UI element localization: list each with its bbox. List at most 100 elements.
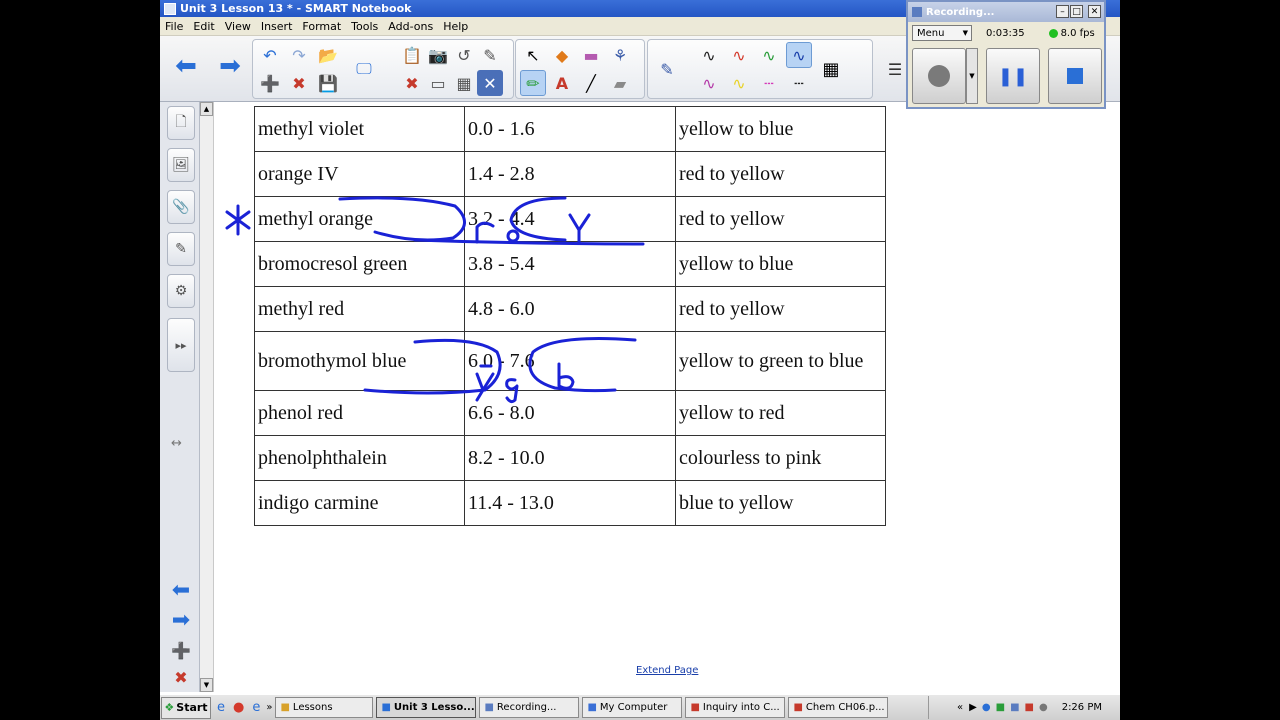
network-icon[interactable]: ■: [996, 702, 1005, 713]
delete-icon[interactable]: ✖: [399, 70, 425, 96]
screen-capture-icon[interactable]: 📷: [425, 42, 451, 68]
highlighter-pink-icon[interactable]: ┄: [756, 70, 782, 96]
gallery-tab-icon[interactable]: 🖼: [167, 148, 195, 182]
record-options-dropdown[interactable]: ▼: [966, 48, 978, 104]
task-my-computer[interactable]: ■ My Computer: [582, 697, 683, 718]
tray-recorder-icon[interactable]: ■: [1010, 702, 1019, 713]
notebook-icon: ■: [381, 702, 391, 713]
open-folder-icon[interactable]: 📂: [315, 42, 341, 68]
side-add-page-icon[interactable]: ➕: [168, 639, 194, 661]
menu-tools[interactable]: Tools: [346, 20, 383, 33]
vertical-scrollbar[interactable]: ▲ ▼: [200, 102, 214, 692]
display-screen-icon[interactable]: 🖵: [351, 56, 377, 82]
pen-style-green-icon[interactable]: ∿: [756, 42, 782, 68]
smart-notebook-window: Unit 3 Lesson 13 * - SMART Notebook File…: [160, 0, 1120, 720]
volume-icon[interactable]: ▶: [969, 702, 977, 713]
window-title: Unit 3 Lesson 13 * - SMART Notebook: [180, 2, 412, 15]
taskbar: ❖ Start e ● e » ■ Lessons ■ Unit 3 Lesso…: [160, 694, 1120, 720]
screen-shade-icon[interactable]: ▭: [425, 70, 451, 96]
recorder-close-icon[interactable]: ✕: [1088, 5, 1101, 18]
add-ons-tab-icon[interactable]: ⚙: [167, 274, 195, 308]
side-delete-page-icon[interactable]: ✖: [168, 666, 194, 688]
insert-table-icon[interactable]: ↺: [451, 42, 477, 68]
tray-security-icon[interactable]: ■: [1025, 702, 1034, 713]
line-width-icon[interactable]: ☰: [882, 56, 908, 82]
tray-expand-icon[interactable]: «: [957, 702, 963, 713]
recorder-minimize-icon[interactable]: –: [1056, 5, 1069, 18]
stop-button[interactable]: [1048, 48, 1102, 104]
close-dialog-icon[interactable]: ✕: [477, 70, 503, 96]
pen-style-red-icon[interactable]: ∿: [726, 42, 752, 68]
task-notebook[interactable]: ■ Unit 3 Lesso...: [376, 697, 477, 718]
table-row: bromocresol green 3.8 - 5.4 yellow to bl…: [254, 241, 886, 287]
add-page-icon[interactable]: ➕: [257, 70, 283, 96]
table-cell: 8.2 - 10.0: [464, 435, 676, 481]
side-next-page-icon[interactable]: ➡: [168, 608, 194, 633]
color-palette-icon[interactable]: ▦: [818, 56, 844, 82]
highlighter-yellow-icon[interactable]: ∿: [726, 70, 752, 96]
select-arrow-icon[interactable]: ↖: [520, 42, 546, 68]
shapes-icon[interactable]: ◆: [549, 42, 575, 68]
pen-style-black-icon[interactable]: ∿: [696, 42, 722, 68]
redo-icon[interactable]: ↷: [286, 42, 312, 68]
delete-page-icon[interactable]: ✖: [286, 70, 312, 96]
pen-style-dashed-icon[interactable]: ┄: [786, 70, 812, 96]
recorder-task-icon: ■: [484, 702, 494, 713]
save-icon[interactable]: 💾: [315, 70, 341, 96]
tray-app-icon[interactable]: ●: [982, 702, 991, 713]
properties-tab-icon[interactable]: ✎: [167, 232, 195, 266]
table-cell: 3.2 - 4.4: [464, 196, 676, 242]
menu-help[interactable]: Help: [438, 20, 473, 33]
quicklaunch-ie-icon[interactable]: e: [217, 700, 225, 715]
eraser-tool-icon[interactable]: ▰: [607, 70, 633, 96]
attachments-tab-icon[interactable]: 📎: [167, 190, 195, 224]
task-lessons[interactable]: ■ Lessons: [275, 697, 374, 718]
paste-icon[interactable]: 📋: [399, 42, 425, 68]
page-sorter-tab-icon[interactable]: 🗋: [167, 106, 195, 140]
task-inquiry[interactable]: ■ Inquiry into C...: [685, 697, 786, 718]
menu-add-ons[interactable]: Add-ons: [383, 20, 438, 33]
pen-style-purple-icon[interactable]: ∿: [696, 70, 722, 96]
task-label: Lessons: [292, 702, 333, 713]
fill-icon[interactable]: ⚘: [607, 42, 633, 68]
text-tool-icon[interactable]: A: [549, 70, 575, 96]
task-chem[interactable]: ■ Chem CH06.p...: [788, 697, 889, 718]
menu-insert[interactable]: Insert: [256, 20, 298, 33]
side-previous-page-icon[interactable]: ⬅: [168, 578, 194, 603]
recorder-menu-dropdown[interactable]: Menu ▼: [912, 25, 972, 41]
resize-handle-icon[interactable]: ↔: [171, 436, 182, 451]
spellcheck-icon[interactable]: ✎: [477, 42, 503, 68]
pdf-icon: ■: [793, 702, 803, 713]
menu-edit[interactable]: Edit: [188, 20, 219, 33]
whiteboard-canvas[interactable]: methyl violet 0.0 - 1.6 yellow to blue o…: [215, 102, 1120, 692]
menu-format[interactable]: Format: [297, 20, 346, 33]
scroll-down-icon[interactable]: ▼: [200, 678, 213, 692]
undo-icon[interactable]: ↶: [257, 42, 283, 68]
previous-page-icon[interactable]: ⬅: [168, 51, 204, 81]
table-cell: phenol red: [254, 390, 465, 436]
line-tool-icon[interactable]: ╱: [578, 70, 604, 96]
pause-button[interactable]: ❚❚: [986, 48, 1040, 104]
extend-page-link[interactable]: Extend Page: [636, 665, 698, 676]
table-icon[interactable]: ▦: [451, 70, 477, 96]
quicklaunch-browser-icon[interactable]: e: [252, 700, 260, 715]
recorder-maximize-icon[interactable]: □: [1070, 5, 1083, 18]
next-page-icon[interactable]: ➡: [212, 51, 248, 81]
table-row: methyl red 4.8 - 6.0 red to yellow: [254, 286, 886, 332]
eraser-icon[interactable]: ▬: [578, 42, 604, 68]
scroll-up-icon[interactable]: ▲: [200, 102, 213, 116]
start-button[interactable]: ❖ Start: [161, 696, 211, 719]
auto-hide-tab-icon[interactable]: ▸▸: [167, 318, 195, 372]
record-button[interactable]: [912, 48, 966, 104]
tray-update-icon[interactable]: ●: [1039, 702, 1048, 713]
quicklaunch-more-icon[interactable]: »: [266, 702, 272, 713]
menu-file[interactable]: File: [160, 20, 188, 33]
pen-style-blue-icon[interactable]: ∿: [786, 42, 812, 68]
task-recording[interactable]: ■ Recording...: [479, 697, 580, 718]
clock: 2:26 PM: [1061, 702, 1102, 713]
menu-view[interactable]: View: [220, 20, 256, 33]
quicklaunch-chrome-icon[interactable]: ●: [233, 700, 244, 715]
pens-icon[interactable]: ✏: [520, 70, 546, 96]
table-cell: colourless to pink: [675, 435, 886, 481]
pen-icon[interactable]: ✎: [654, 56, 680, 82]
